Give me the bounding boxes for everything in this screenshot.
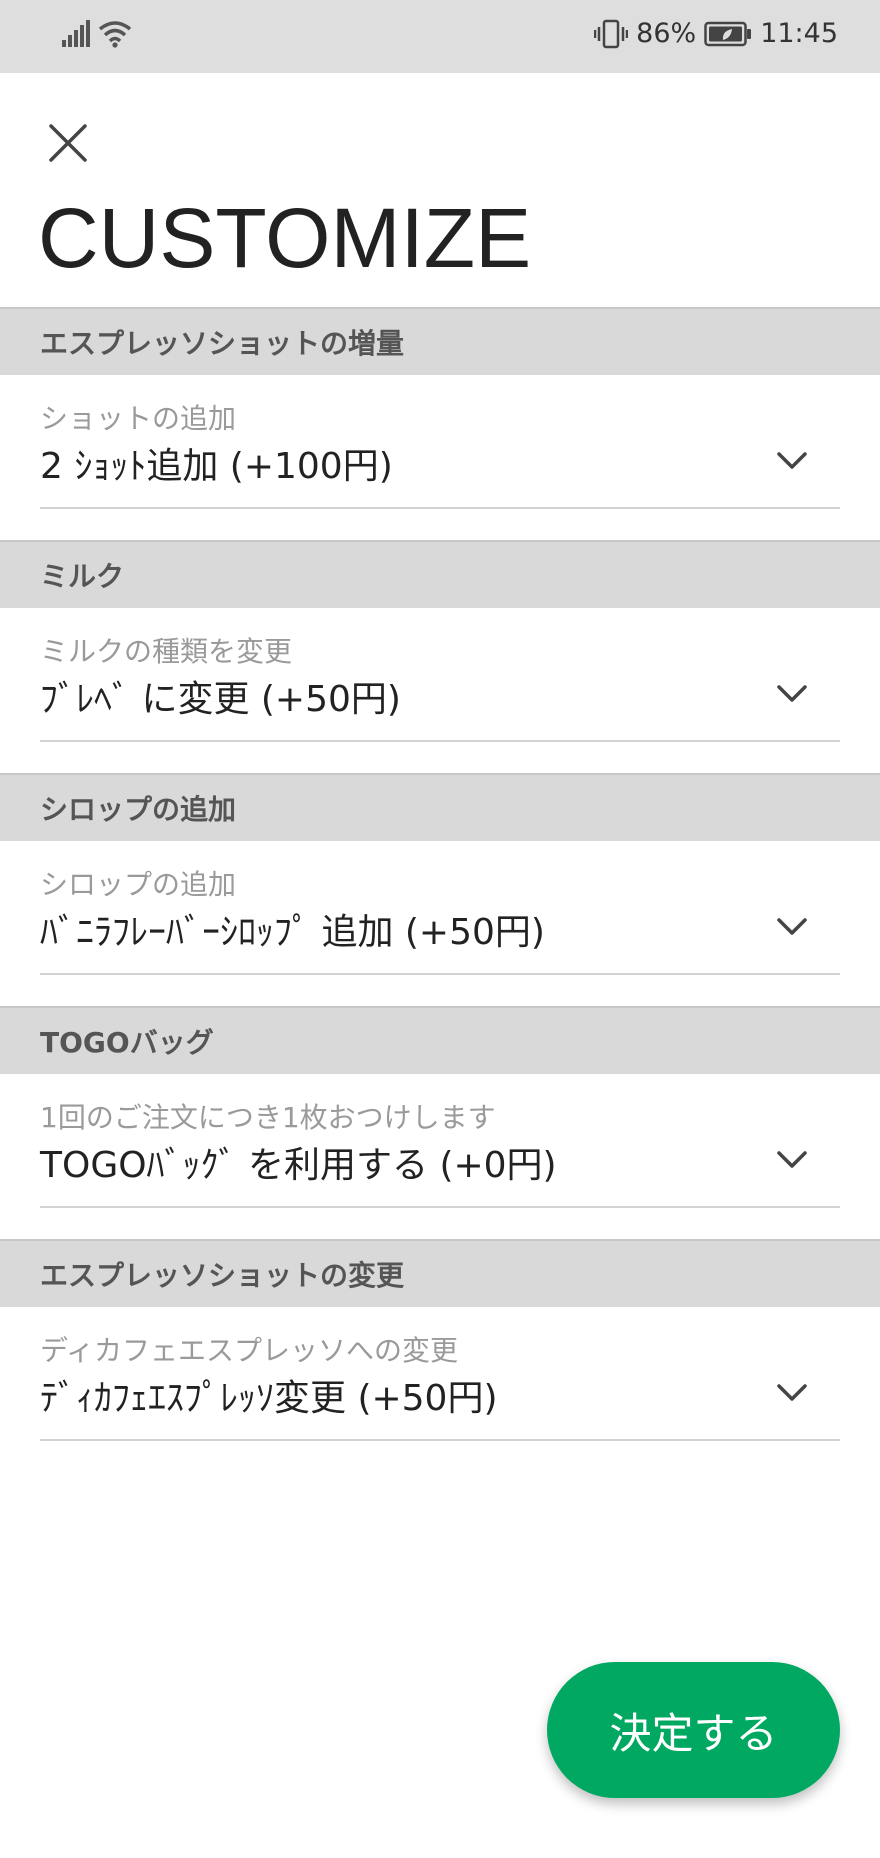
confirm-button[interactable]: 決定する	[547, 1662, 840, 1798]
section-header: シロップの追加	[0, 773, 880, 841]
chevron-down-icon	[777, 1151, 807, 1168]
chevron-down-icon	[777, 685, 807, 702]
field-underline	[40, 1206, 840, 1208]
chevron-down-icon	[777, 918, 807, 935]
option-label: 1回のご注文につき1枚おつけします	[40, 1101, 496, 1134]
chevron-down-icon	[777, 452, 807, 469]
togo-bag-select[interactable]: 1回のご注文につき1枚おつけします TOGOﾊﾞｯｸﾞ を利用する (+0円)	[0, 1074, 880, 1239]
status-left	[62, 20, 132, 48]
signal-icon	[62, 20, 90, 47]
option-value: ﾃﾞｨｶﾌｪｴｽﾌﾟﾚｯｿ変更 (+50円)	[40, 1378, 498, 1419]
status-bar: 86% 11:45	[0, 0, 880, 73]
battery-percent: 86%	[636, 18, 697, 49]
field-underline	[40, 507, 840, 509]
clock: 11:45	[760, 18, 838, 49]
section-header: エスプレッソショットの変更	[0, 1239, 880, 1307]
customize-sections: エスプレッソショットの増量 ショットの追加 2 ｼｮｯﾄ追加 (+100円) ミ…	[0, 307, 880, 1472]
section-milk: ミルク ミルクの種類を変更 ﾌﾞﾚﾍﾞ に変更 (+50円)	[0, 540, 880, 773]
field-underline	[40, 740, 840, 742]
status-right: 86% 11:45	[594, 18, 838, 49]
section-header: エスプレッソショットの増量	[0, 307, 880, 375]
section-header: ミルク	[0, 540, 880, 608]
field-underline	[40, 973, 840, 975]
option-value: ﾌﾞﾚﾍﾞ に変更 (+50円)	[40, 679, 401, 720]
field-underline	[40, 1439, 840, 1441]
section-header: TOGOバッグ	[0, 1006, 880, 1074]
syrup-add-select[interactable]: シロップの追加 ﾊﾞﾆﾗﾌﾚｰﾊﾞｰｼﾛｯﾌﾟ 追加 (+50円)	[0, 841, 880, 1006]
section-espresso-shot-increase: エスプレッソショットの増量 ショットの追加 2 ｼｮｯﾄ追加 (+100円)	[0, 307, 880, 540]
close-button[interactable]	[40, 115, 96, 171]
close-icon	[49, 124, 87, 162]
milk-type-select[interactable]: ミルクの種類を変更 ﾌﾞﾚﾍﾞ に変更 (+50円)	[0, 608, 880, 773]
option-label: ミルクの種類を変更	[40, 635, 293, 668]
option-value: 2 ｼｮｯﾄ追加 (+100円)	[40, 446, 393, 487]
option-label: シロップの追加	[40, 868, 237, 901]
section-espresso-shot-change: エスプレッソショットの変更 ディカフェエスプレッソへの変更 ﾃﾞｨｶﾌｪｴｽﾌﾟ…	[0, 1239, 880, 1472]
section-syrup: シロップの追加 シロップの追加 ﾊﾞﾆﾗﾌﾚｰﾊﾞｰｼﾛｯﾌﾟ 追加 (+50円…	[0, 773, 880, 1006]
option-value: TOGOﾊﾞｯｸﾞ を利用する (+0円)	[40, 1145, 557, 1186]
battery-icon	[704, 21, 752, 46]
vibrate-icon	[594, 19, 629, 48]
option-value: ﾊﾞﾆﾗﾌﾚｰﾊﾞｰｼﾛｯﾌﾟ 追加 (+50円)	[40, 912, 545, 953]
shot-add-select[interactable]: ショットの追加 2 ｼｮｯﾄ追加 (+100円)	[0, 375, 880, 540]
chevron-down-icon	[777, 1384, 807, 1401]
option-label: ディカフェエスプレッソへの変更	[40, 1334, 459, 1367]
option-label: ショットの追加	[40, 402, 237, 435]
wifi-icon	[98, 21, 132, 48]
decaf-change-select[interactable]: ディカフェエスプレッソへの変更 ﾃﾞｨｶﾌｪｴｽﾌﾟﾚｯｿ変更 (+50円)	[0, 1307, 880, 1472]
page-title: CUSTOMIZE	[38, 191, 532, 285]
section-togo-bag: TOGOバッグ 1回のご注文につき1枚おつけします TOGOﾊﾞｯｸﾞ を利用す…	[0, 1006, 880, 1239]
